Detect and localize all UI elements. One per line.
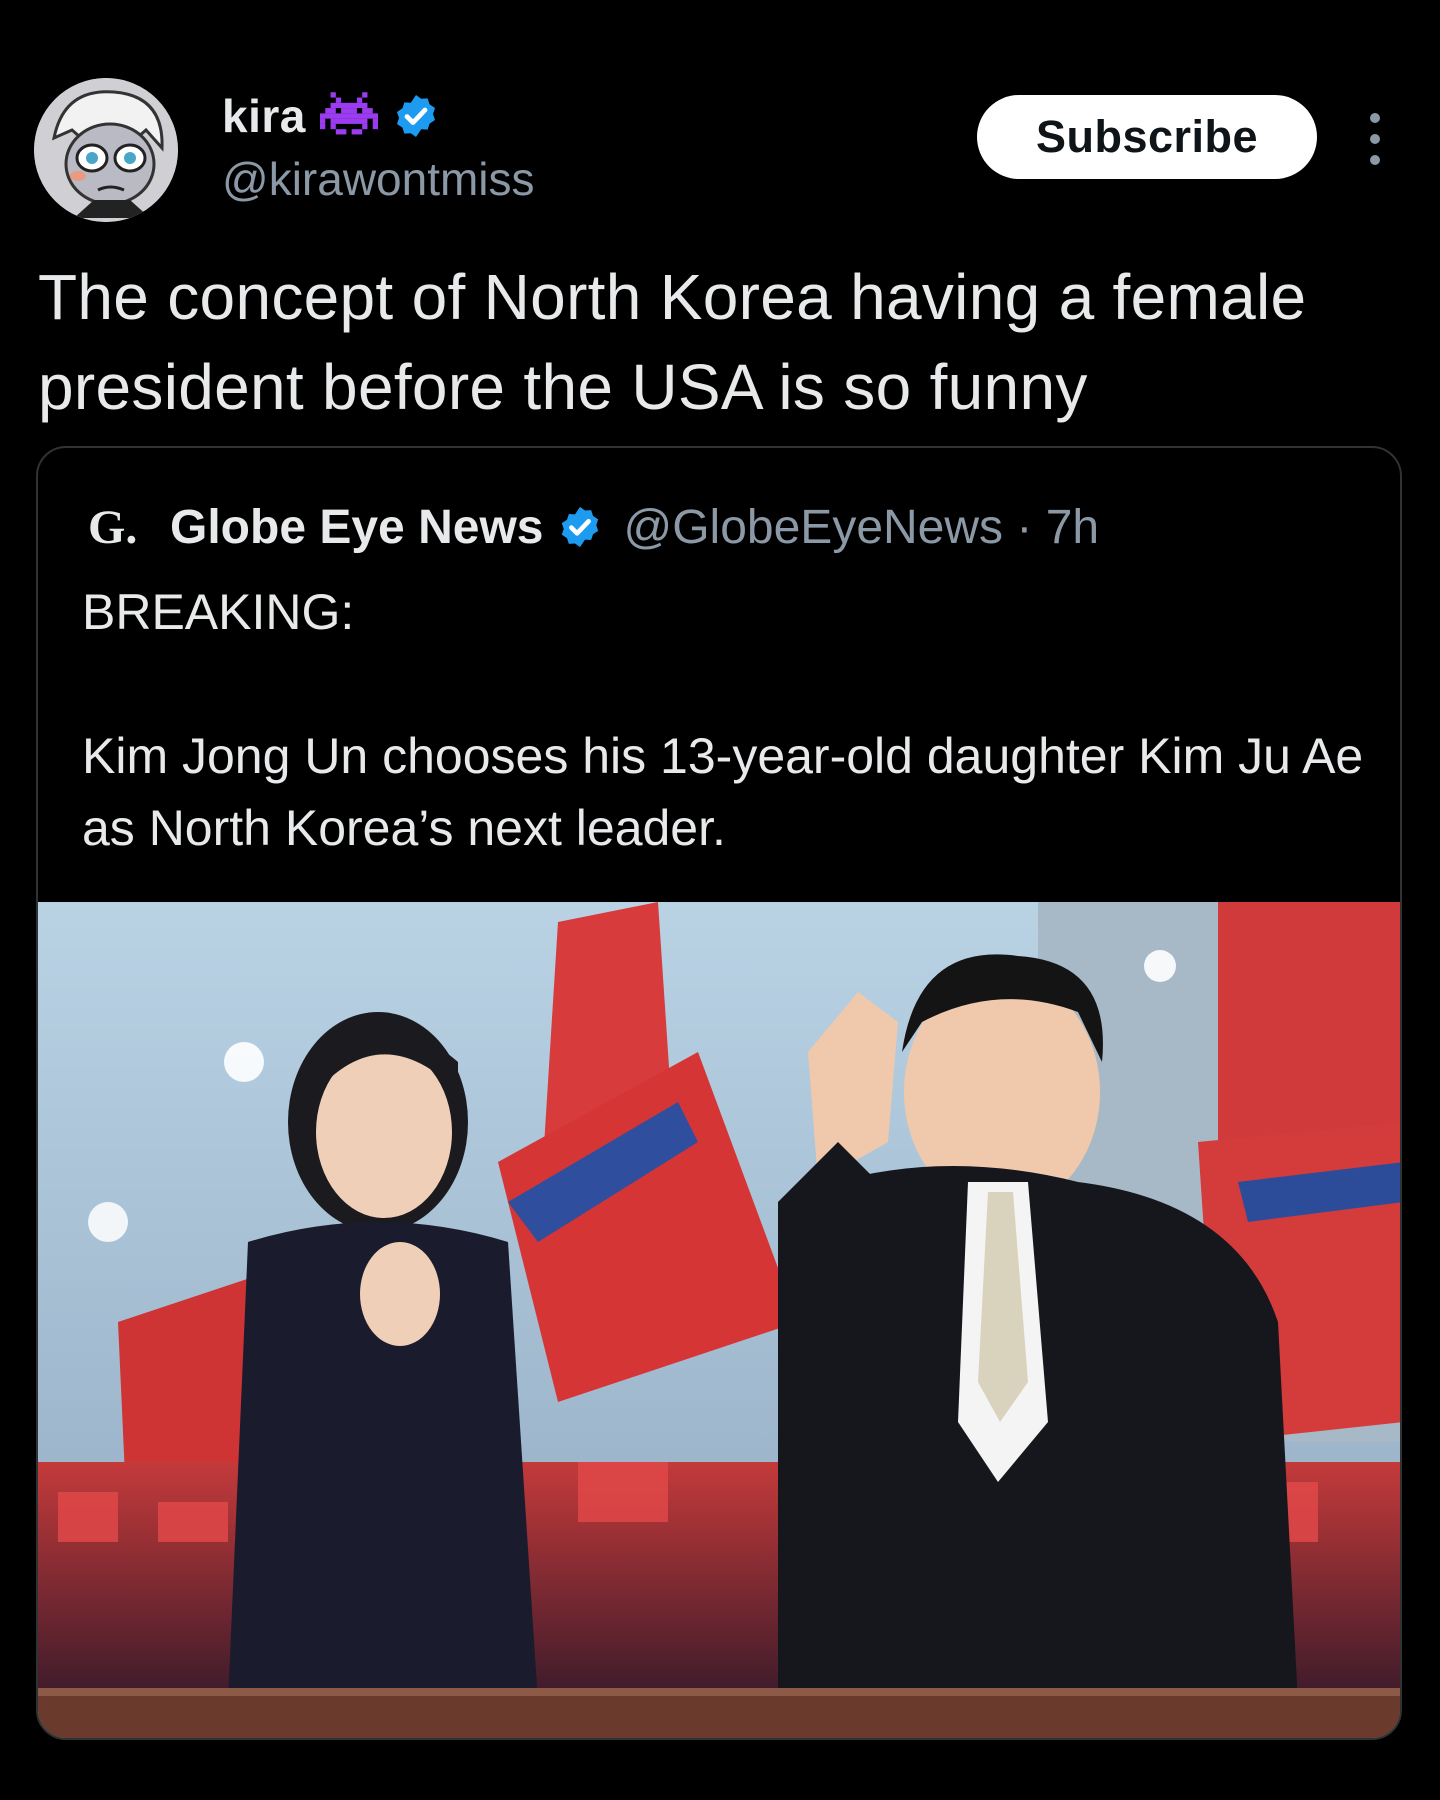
author-display-name[interactable]: kira	[222, 89, 306, 143]
avatar-illustration	[34, 78, 178, 222]
source-handle-text: @GlobeEyeNews	[623, 500, 1004, 554]
quoted-tweet-card[interactable]: G. Globe Eye News @GlobeEyeNews · 7h BRE…	[36, 446, 1402, 1740]
author-handle[interactable]: @kirawontmiss	[222, 152, 535, 206]
source-name[interactable]: Globe Eye News	[170, 500, 543, 555]
source-logo: G.	[88, 500, 138, 554]
author-name-row: kira	[222, 82, 440, 150]
space-invader-icon	[319, 87, 378, 145]
source-handle: @GlobeEyeNews · 7h	[623, 500, 1100, 554]
tweet-text: The concept of North Korea having a fema…	[38, 261, 1307, 423]
quote-text: BREAKING: Kim Jong Un chooses his 13-yea…	[82, 584, 1364, 856]
quote-photo[interactable]	[38, 902, 1400, 1738]
quote-header: G. Globe Eye News @GlobeEyeNews · 7h	[88, 492, 1099, 562]
verified-badge-icon[interactable]	[392, 92, 440, 140]
subscribe-button[interactable]: Subscribe	[977, 95, 1317, 179]
author-avatar[interactable]	[34, 78, 178, 222]
more-vertical-icon[interactable]	[1360, 106, 1390, 172]
photo-illustration	[38, 902, 1400, 1738]
quote-timestamp[interactable]: 7h	[1046, 501, 1099, 554]
verified-badge-icon	[557, 504, 603, 550]
